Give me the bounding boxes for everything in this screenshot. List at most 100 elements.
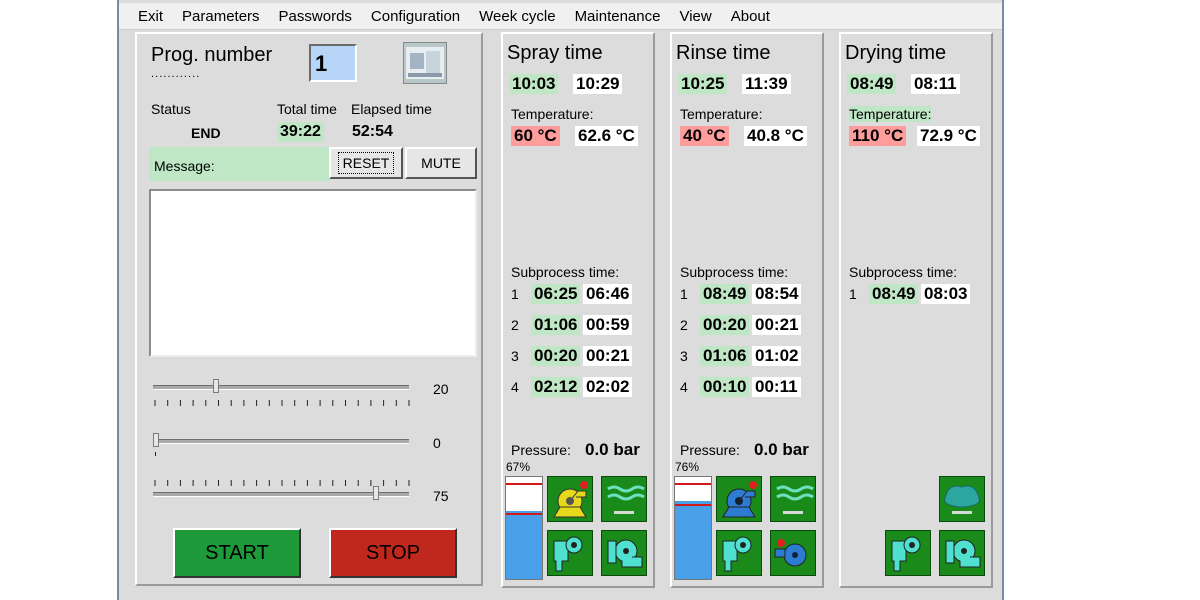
message-label: Message: [154, 158, 215, 174]
reset-button-label: RESET [337, 152, 395, 174]
phase-actual-time: 08:11 [911, 74, 960, 94]
phase-title: Spray time [507, 42, 603, 64]
subprocess-label: Subprocess time: [849, 264, 958, 280]
phase-title: Drying time [845, 42, 947, 64]
subprocess-number: 1 [680, 286, 688, 302]
mute-button-label: MUTE [421, 155, 461, 171]
status-value: END [191, 125, 221, 141]
subprocess-actual-time: 08:03 [921, 284, 971, 304]
pressure-label: Pressure: [511, 442, 571, 458]
water-tank-icon[interactable] [770, 476, 816, 522]
menu-configuration[interactable]: Configuration [371, 8, 460, 25]
subprocess-actual-time: 06:46 [583, 284, 633, 304]
phase-actual-time: 10:29 [573, 74, 623, 94]
pressure-label: Pressure: [680, 442, 740, 458]
menu-exit[interactable]: Exit [138, 8, 163, 25]
temperature-set: 110 °C [849, 126, 907, 146]
temperature-actual: 72.9 °C [917, 126, 980, 146]
slider-3-value: 75 [433, 488, 449, 504]
pump-blue-icon[interactable] [716, 476, 762, 522]
prog-number-field[interactable]: 1 [309, 44, 357, 82]
message-textbox[interactable] [149, 189, 477, 357]
subprocess-label: Subprocess time: [680, 264, 789, 280]
subprocess-number: 1 [849, 286, 857, 302]
subprocess-set-time: 01:06 [531, 315, 581, 335]
prog-number-dots: . . . . . . . . . . . . [151, 68, 199, 80]
temperature-label: Temperature: [849, 106, 932, 122]
phase-set-time: 10:03 [509, 74, 559, 94]
subprocess-set-time: 08:49 [700, 284, 750, 304]
gauge-percent: 67% [506, 460, 531, 474]
temperature-actual: 40.8 °C [744, 126, 807, 146]
temperature-label: Temperature: [680, 106, 763, 122]
tank-level-gauge [505, 476, 543, 580]
pump-yellow-icon[interactable] [547, 476, 593, 522]
phase-actual-time: 11:39 [742, 74, 791, 94]
pump-icon[interactable] [939, 530, 985, 576]
slider-2-tick [155, 452, 156, 456]
pump-icon[interactable] [601, 530, 647, 576]
slider-3-thumb[interactable] [373, 486, 379, 500]
message-bar: Message: [149, 147, 329, 181]
prog-number-value: 1 [315, 51, 328, 76]
pump-blue-small-icon[interactable] [770, 530, 816, 576]
reset-button[interactable]: RESET [329, 147, 403, 179]
menu-parameters[interactable]: Parameters [182, 8, 260, 25]
valve-icon[interactable] [885, 530, 931, 576]
tank-level-fill [506, 510, 542, 579]
phase-title: Rinse time [676, 42, 771, 64]
slider-1-value: 20 [433, 381, 449, 397]
water-tank-icon[interactable] [601, 476, 647, 522]
pressure-value: 0.0 bar [754, 440, 809, 459]
slider-1[interactable] [151, 378, 413, 412]
machine-image-icon[interactable] [403, 42, 447, 84]
subprocess-set-time: 00:10 [700, 377, 750, 397]
subprocess-number: 1 [511, 286, 519, 302]
valve-icon[interactable] [716, 530, 762, 576]
temperature-set: 60 °C [511, 126, 560, 146]
menu-view[interactable]: View [679, 8, 711, 25]
menu-week-cycle[interactable]: Week cycle [479, 8, 555, 25]
tank-level-max-line [506, 483, 542, 485]
start-button[interactable]: START [173, 528, 301, 578]
tank-level-fill [675, 501, 711, 579]
slider-3[interactable] [151, 478, 413, 512]
temperature-actual: 62.6 °C [575, 126, 638, 146]
status-label: Status [151, 101, 191, 117]
subprocess-number: 2 [680, 317, 688, 333]
mute-button[interactable]: MUTE [405, 147, 477, 179]
menu-passwords[interactable]: Passwords [279, 8, 352, 25]
subprocess-actual-time: 00:21 [583, 346, 633, 366]
subprocess-actual-time: 00:21 [752, 315, 802, 335]
subprocess-number: 2 [511, 317, 519, 333]
subprocess-actual-time: 02:02 [583, 377, 633, 397]
rinse-panel: Rinse time 10:25 11:39 Temperature: 40 °C 40.… [670, 32, 824, 588]
menu-maintenance[interactable]: Maintenance [575, 8, 661, 25]
slider-2[interactable] [151, 432, 413, 462]
stop-button[interactable]: STOP [329, 528, 457, 578]
subprocess-number: 3 [680, 348, 688, 364]
subprocess-label: Subprocess time: [511, 264, 620, 280]
slider-1-thumb[interactable] [213, 379, 219, 393]
subprocess-number: 4 [680, 379, 688, 395]
menu-about[interactable]: About [731, 8, 770, 25]
subprocess-set-time: 02:12 [531, 377, 581, 397]
elapsed-time-value: 52:54 [352, 123, 393, 140]
elapsed-time-label: Elapsed time [351, 101, 432, 117]
pressure-value: 0.0 bar [585, 440, 640, 459]
drying-panel: Drying time 08:49 08:11 Temperature: 110 °C 7… [839, 32, 993, 588]
subprocess-set-time: 01:06 [700, 346, 750, 366]
spray-panel: Spray time 10:03 10:29 Temperature: 60 °C 62.… [501, 32, 655, 588]
phase-set-time: 08:49 [847, 74, 897, 94]
stop-button-label: STOP [365, 541, 421, 564]
control-panel: Prog. number . . . . . . . . . . . . 1 S… [135, 32, 483, 586]
subprocess-number: 3 [511, 348, 519, 364]
gauge-percent: 76% [675, 460, 700, 474]
subprocess-actual-time: 00:59 [583, 315, 633, 335]
tank-level-max-line [675, 483, 711, 485]
slider-2-thumb[interactable] [153, 433, 159, 447]
valve-icon[interactable] [547, 530, 593, 576]
tank-level-gauge [674, 476, 712, 580]
dryer-icon[interactable] [939, 476, 985, 522]
tank-level-min-line [506, 513, 542, 515]
